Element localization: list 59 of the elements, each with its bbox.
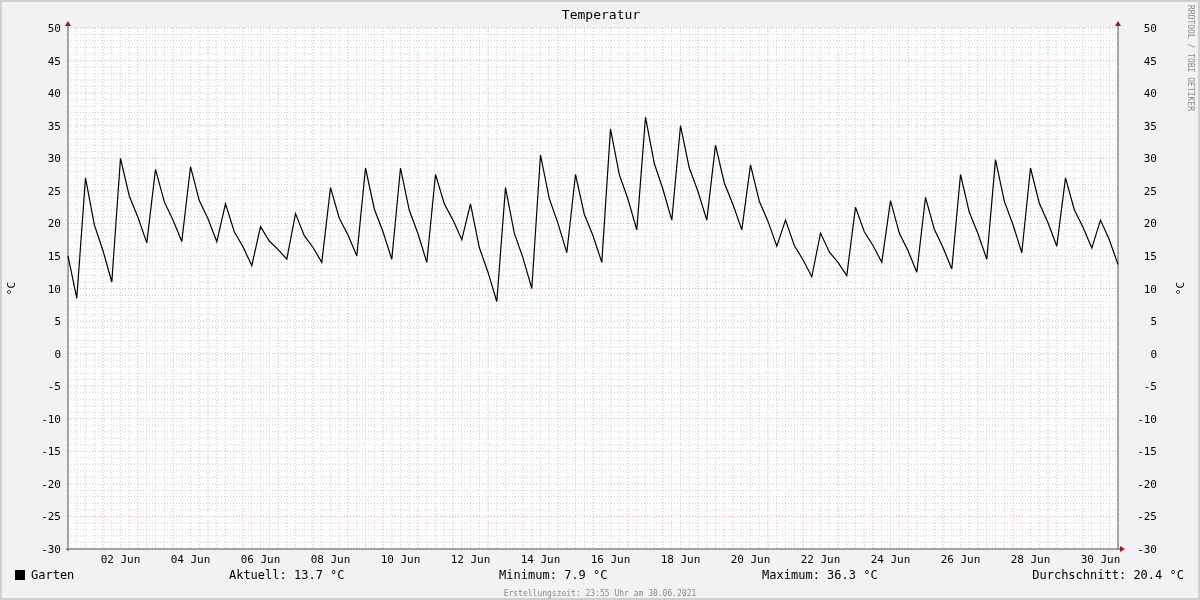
x-tick-label: 02 Jun xyxy=(100,553,141,566)
y-tick-label: 35 xyxy=(47,119,61,133)
x-tick-label: 12 Jun xyxy=(450,553,491,566)
x-tick-label: 22 Jun xyxy=(800,553,841,566)
x-tick-label: 18 Jun xyxy=(660,553,701,566)
y-tick-label: 15 xyxy=(47,249,61,263)
y-tick-label: 15 xyxy=(1143,249,1157,263)
y-tick-label: 25 xyxy=(1143,184,1157,198)
y-tick-label: -30 xyxy=(41,543,61,556)
x-tick-label: 28 Jun xyxy=(1010,553,1051,566)
y-tick-label: -20 xyxy=(41,477,61,491)
x-tick-label: 06 Jun xyxy=(240,553,281,566)
y-tick-label: 50 xyxy=(47,22,61,35)
y-tick-label: 10 xyxy=(1143,282,1157,296)
x-tick-label: 14 Jun xyxy=(520,553,561,566)
y-tick-label: -10 xyxy=(1137,412,1157,426)
legend-stat: Minimum: 7.9 °C xyxy=(499,567,608,584)
y-tick-label: 40 xyxy=(1143,87,1157,101)
y-tick-label: 25 xyxy=(47,184,61,198)
y-tick-label: 0 xyxy=(54,347,61,361)
x-tick-label: 26 Jun xyxy=(940,553,981,566)
y-tick-label: -10 xyxy=(41,412,61,426)
x-tick-label: 04 Jun xyxy=(170,553,211,566)
y-tick-label: 30 xyxy=(47,152,61,166)
y-tick-label: -25 xyxy=(1137,510,1157,524)
creation-time: Erstellungszeit: 23:55 Uhr am 30.06.2021 xyxy=(503,588,697,598)
watermark-text: RRDTOOL / TOBI OETIKER xyxy=(1186,5,1195,111)
y-tick-label: -20 xyxy=(1137,477,1157,491)
y-tick-label: 10 xyxy=(47,282,61,296)
x-tick-label: 10 Jun xyxy=(380,553,421,566)
legend-stat: Aktuell: 13.7 °C xyxy=(228,567,345,584)
y-tick-label: -5 xyxy=(1143,380,1157,394)
legend-stat: Maximum: 36.3 °C xyxy=(762,567,878,584)
y-axis-label: °C xyxy=(5,281,18,296)
x-tick-label: 24 Jun xyxy=(870,553,911,566)
y-tick-label: 50 xyxy=(1143,22,1157,35)
y-tick-label: 0 xyxy=(1150,347,1157,361)
y-tick-label: -15 xyxy=(1137,445,1157,459)
y-axis-label: °C xyxy=(1174,281,1187,296)
legend-label: Garten xyxy=(31,567,75,584)
y-tick-label: -5 xyxy=(47,380,61,394)
y-tick-label: 20 xyxy=(47,217,61,231)
x-tick-label: 20 Jun xyxy=(730,553,771,566)
y-tick-label: -30 xyxy=(1137,543,1157,556)
y-tick-label: 5 xyxy=(1150,315,1157,329)
x-tick-label: 16 Jun xyxy=(590,553,631,566)
y-tick-label: 35 xyxy=(1143,119,1157,133)
y-tick-label: 45 xyxy=(1143,54,1157,68)
y-tick-label: -25 xyxy=(41,510,61,524)
y-tick-label: 40 xyxy=(47,87,61,101)
y-tick-label: -15 xyxy=(41,445,61,459)
y-tick-label: 45 xyxy=(47,54,61,68)
legend-stat: Durchschnitt: 20.4 °C xyxy=(1032,567,1184,584)
x-tick-label: 08 Jun xyxy=(310,553,351,566)
y-tick-label: 20 xyxy=(1143,217,1157,231)
y-tick-label: 5 xyxy=(54,315,61,329)
x-tick-label: 30 Jun xyxy=(1080,553,1121,566)
chart-title: Temperatur xyxy=(561,7,641,22)
y-tick-label: 30 xyxy=(1143,152,1157,166)
